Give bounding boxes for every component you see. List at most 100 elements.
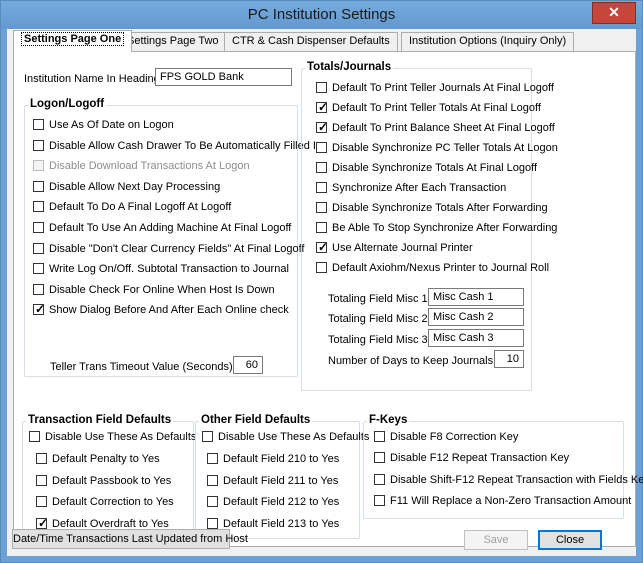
checkbox-empty-icon[interactable] <box>33 242 44 254</box>
misc1-label: Totaling Field Misc 1 <box>328 293 428 305</box>
checkbox-label: F11 Will Replace a Non-Zero Transaction … <box>390 494 632 507</box>
checkbox-label: Default To Print Teller Journals At Fina… <box>332 82 554 94</box>
checkbox-label: Write Log On/Off. Subtotal Transaction t… <box>49 263 289 276</box>
checkmark-icon: ✓ <box>35 302 46 317</box>
checkbox-empty-icon[interactable] <box>316 142 327 153</box>
checkbox-empty-icon[interactable] <box>33 180 44 192</box>
checkbox-label: Disable Synchronize Totals After Forward… <box>332 202 548 214</box>
checkbox-empty-icon[interactable] <box>36 453 47 464</box>
institution-name-label: Institution Name In Heading <box>24 73 160 85</box>
checkbox-empty-icon[interactable] <box>207 474 218 486</box>
checkbox-checked-icon[interactable]: ✓ <box>316 120 329 134</box>
checkbox-empty-icon[interactable] <box>207 453 218 464</box>
misc2-label: Totaling Field Misc 2 <box>328 313 428 325</box>
checkbox-label: Default To Print Balance Sheet At Final … <box>332 122 555 134</box>
checkbox-label: Disable Use These As Defaults <box>218 431 370 443</box>
checkbox-label: Disable Synchronize Totals At Final Logo… <box>332 162 538 174</box>
checkbox-label: Default To Do A Final Logoff At Logoff <box>49 201 232 214</box>
checkbox-empty-icon[interactable] <box>316 182 327 193</box>
other-defaults-title: Other Field Defaults <box>199 414 313 426</box>
checkmark-icon: ✓ <box>318 100 329 114</box>
checkbox-label: Disable Allow Next Day Processing <box>49 180 221 193</box>
settings-window: PC Institution Settings ✕ Settings Page … <box>0 0 643 563</box>
checkbox-checked-icon[interactable]: ✓ <box>316 100 329 114</box>
checkbox-checked-icon[interactable]: ✓ <box>33 302 46 317</box>
other-defaults-group: Other Field Defaults Disable Use These A… <box>195 414 369 539</box>
journal-days-label: Number of Days to Keep Journals <box>328 355 494 367</box>
checkbox-empty-icon[interactable] <box>33 222 44 233</box>
checkbox-label: Synchronize After Each Transaction <box>332 182 507 194</box>
journal-days-input[interactable]: 10 <box>494 350 524 368</box>
checkbox-label: Disable Download Transactions At Logon <box>49 160 250 173</box>
misc3-input[interactable]: Misc Cash 3 <box>428 329 524 347</box>
tab-settings-page-one[interactable]: Settings Page One <box>13 30 133 52</box>
datetime-updated-button[interactable]: Date/Time Transactions Last Updated from… <box>12 529 248 549</box>
misc2-input[interactable]: Misc Cash 2 <box>428 308 524 326</box>
checkbox-label: Default Axiohm/Nexus Printer to Journal … <box>332 262 550 274</box>
checkbox-empty-icon[interactable] <box>207 517 218 529</box>
checkbox-checked-icon[interactable]: ✓ <box>36 516 48 530</box>
checkbox-empty-icon[interactable] <box>316 202 327 213</box>
client-area: Settings Page One Settings Page Two CTR … <box>7 29 643 556</box>
checkbox-label: Default Field 212 to Yes <box>223 496 340 508</box>
misc3-label: Totaling Field Misc 3 <box>328 334 428 346</box>
totals-journals-group: Totals/Journals Default To Print Teller … <box>301 61 558 391</box>
checkbox-empty-icon[interactable] <box>202 431 213 442</box>
checkbox-label: Disable Shift-F12 Repeat Transaction wit… <box>390 473 643 486</box>
checkbox-empty-icon[interactable] <box>316 82 327 93</box>
checkmark-icon: ✓ <box>318 120 329 134</box>
tab-institution-options[interactable]: Institution Options (Inquiry Only) <box>401 32 575 52</box>
checkbox-empty-icon[interactable] <box>33 160 44 172</box>
timeout-label: Teller Trans Timeout Value (Seconds) <box>50 361 233 373</box>
misc1-input[interactable]: Misc Cash 1 <box>428 288 524 306</box>
checkbox-checked-icon[interactable]: ✓ <box>316 240 329 254</box>
checkbox-empty-icon[interactable] <box>316 222 327 233</box>
checkbox-empty-icon[interactable] <box>316 162 327 173</box>
checkbox-label: Use Alternate Journal Printer <box>332 242 473 254</box>
checkbox-label: Disable Allow Cash Drawer To Be Automati… <box>49 139 323 152</box>
window-title: PC Institution Settings <box>247 6 396 23</box>
checkbox-empty-icon[interactable] <box>207 496 218 507</box>
checkbox-empty-icon[interactable] <box>29 431 40 442</box>
checkbox-empty-icon[interactable] <box>316 262 327 273</box>
logon-logoff-title: Logon/Logoff <box>28 98 107 110</box>
transaction-defaults-title: Transaction Field Defaults <box>26 414 174 426</box>
checkbox-empty-icon[interactable] <box>33 201 44 213</box>
checkbox-empty-icon[interactable] <box>36 496 47 507</box>
tab-label: Settings Page One <box>21 32 125 46</box>
title-bar: PC Institution Settings ✕ <box>1 1 642 29</box>
checkbox-empty-icon[interactable] <box>33 139 44 151</box>
checkbox-label: Disable "Don't Clear Currency Fields" At… <box>49 242 305 255</box>
window-close-button[interactable]: ✕ <box>592 2 636 24</box>
tab-ctr-cash-dispenser[interactable]: CTR & Cash Dispenser Defaults <box>224 32 398 52</box>
checkbox-label: Default To Use An Adding Machine At Fina… <box>49 222 292 234</box>
totals-journals-title: Totals/Journals <box>305 61 394 73</box>
checkbox-label: Be Able To Stop Synchronize After Forwar… <box>332 222 558 234</box>
checkbox-label: Show Dialog Before And After Each Online… <box>49 304 289 317</box>
checkbox-label: Default Field 213 to Yes <box>223 517 340 530</box>
checkbox-label: Use As Of Date on Logon <box>49 119 174 131</box>
checkbox-empty-icon[interactable] <box>33 263 44 275</box>
checkmark-icon: ✓ <box>318 240 329 254</box>
fkeys-title: F-Keys <box>367 414 410 426</box>
checkbox-label: Disable F12 Repeat Transaction Key <box>390 452 570 465</box>
close-button[interactable]: Close <box>538 530 602 550</box>
institution-name-input[interactable]: FPS GOLD Bank <box>155 68 292 86</box>
checkbox-empty-icon[interactable] <box>33 283 44 295</box>
checkbox-empty-icon[interactable] <box>36 474 47 486</box>
checkbox-empty-icon[interactable] <box>374 452 385 464</box>
checkbox-label: Disable Use These As Defaults <box>45 431 197 443</box>
timeout-input[interactable]: 60 <box>233 356 263 374</box>
save-button[interactable]: Save <box>464 530 528 550</box>
checkbox-label: Disable Synchronize PC Teller Totals At … <box>332 142 558 154</box>
tab-settings-page-two[interactable]: Settings Page Two <box>119 32 227 52</box>
checkbox-empty-icon[interactable] <box>33 119 44 130</box>
checkbox-empty-icon[interactable] <box>374 494 385 506</box>
logon-logoff-group: Logon/Logoff Use As Of Date on Logon Disa… <box>24 98 322 377</box>
checkbox-label: Disable F8 Correction Key <box>390 431 519 443</box>
checkbox-label: Disable Check For Online When Host Is Do… <box>49 283 275 296</box>
checkbox-empty-icon[interactable] <box>374 473 385 485</box>
checkbox-empty-icon[interactable] <box>374 431 385 442</box>
checkbox-label: Default Passbook to Yes <box>52 474 172 487</box>
transaction-defaults-group: Transaction Field Defaults Disable Use T… <box>22 414 197 539</box>
